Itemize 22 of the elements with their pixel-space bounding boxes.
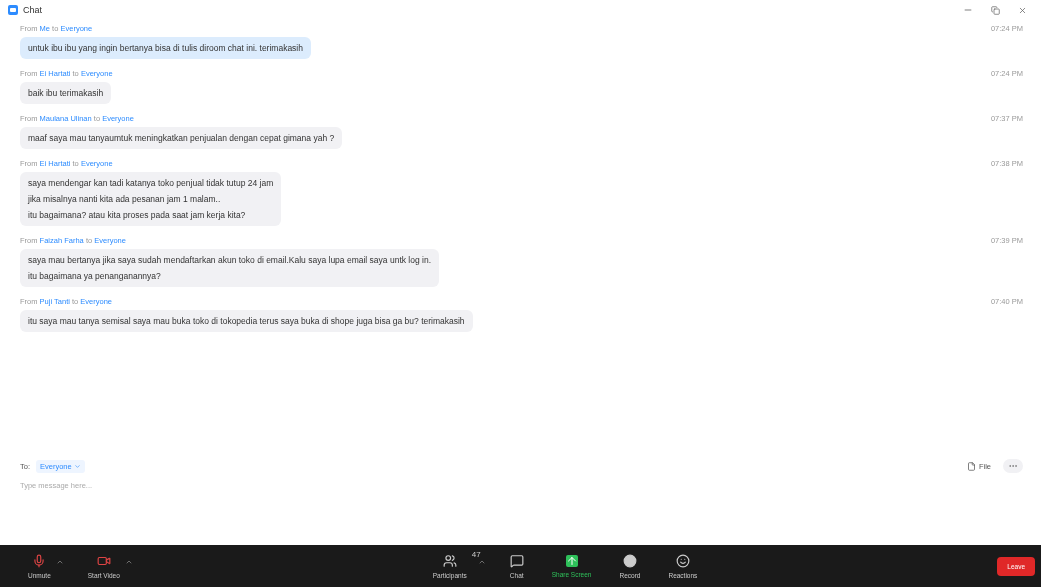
message-text: baik ibu terimakasih [28, 88, 104, 98]
chat-bubble-icon [509, 553, 524, 568]
message-text: maaf saya mau tanyaumtuk meningkatkan penjualan dengan cepat gimana yah ? [28, 133, 335, 143]
message-text: itu saya mau tanya semisal saya mau buka toko di tokopedia terus saya buka di shope juga bisa ga bu? terimakasih [28, 316, 465, 326]
record-icon [622, 553, 637, 568]
message-text: untuk ibu ibu yang ingin bertanya bisa di tulis diroom chat ini. terimakasih [28, 43, 303, 53]
window-title: Chat [23, 5, 42, 15]
message-text: jika misalnya nanti kita ada pesanan jam 1 malam.. [28, 194, 222, 204]
restore-icon[interactable] [991, 5, 1000, 15]
smiley-icon [675, 553, 690, 568]
share-screen-icon [565, 554, 578, 567]
message-text: itu bagaimana ya penanganannya? [28, 271, 162, 281]
more-button[interactable] [1003, 459, 1023, 473]
message-text: saya mau bertanya jika saya sudah mendaftarkan akun toko di email.Kalu saya lupa email saya untk log in. [28, 255, 432, 265]
file-icon [966, 461, 976, 471]
message-text: saya mendengar kan tadi katanya toko penjual tidak tutup 24 jam [28, 178, 274, 188]
microphone-icon [32, 553, 47, 568]
message-text: itu bagaimana? atau kita proses pada saat jam kerja kita? [28, 210, 247, 220]
close-icon[interactable] [1018, 5, 1027, 15]
people-icon [442, 553, 457, 568]
caret-icon [73, 462, 81, 470]
chat-app-icon [8, 5, 18, 15]
